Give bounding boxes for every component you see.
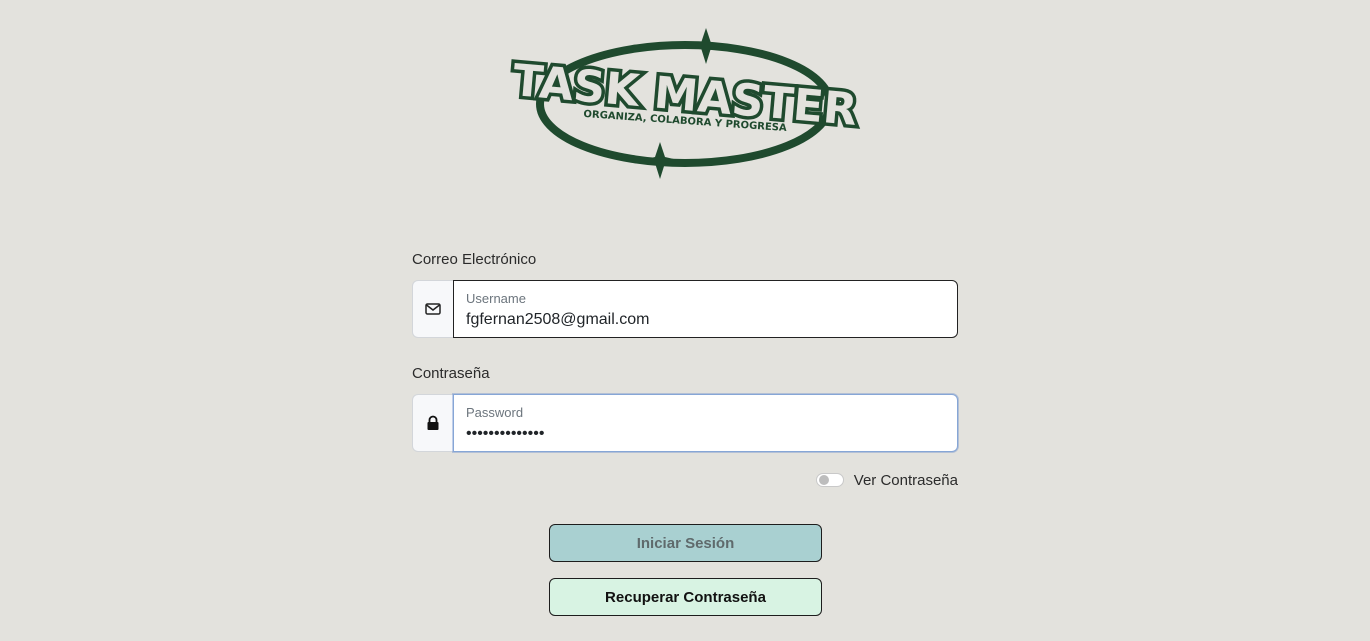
password-label: Contraseña <box>412 365 490 382</box>
task-master-logo: TASK MASTER ORGANIZA, COLABORA Y PROGRES… <box>507 28 863 179</box>
login-form: Correo Electrónico Username fgfernan2508… <box>412 250 958 616</box>
show-password-row: Ver Contraseña <box>412 468 958 492</box>
email-label: Correo Electrónico <box>412 251 537 268</box>
login-button[interactable]: Iniciar Sesión <box>549 524 822 562</box>
show-password-toggle[interactable] <box>815 473 844 487</box>
email-placeholder: Username <box>466 291 526 306</box>
password-placeholder: Password <box>466 405 524 420</box>
envelope-icon <box>412 280 453 338</box>
email-value: fgfernan2508@gmail.com <box>466 311 650 328</box>
email-field[interactable]: Username fgfernan2508@gmail.com <box>453 280 958 338</box>
password-input-group: Password •••••••••••••• <box>412 394 958 452</box>
password-value: •••••••••••••• <box>466 425 545 442</box>
email-input-group: Username fgfernan2508@gmail.com <box>412 280 958 338</box>
password-field[interactable]: Password •••••••••••••• <box>453 394 958 452</box>
toggle-knob <box>818 475 829 485</box>
recover-password-button[interactable]: Recuperar Contraseña <box>549 578 822 616</box>
lock-icon <box>412 394 453 452</box>
show-password-label[interactable]: Ver Contraseña <box>854 472 958 489</box>
login-page: TASK MASTER ORGANIZA, COLABORA Y PROGRES… <box>0 0 1370 641</box>
